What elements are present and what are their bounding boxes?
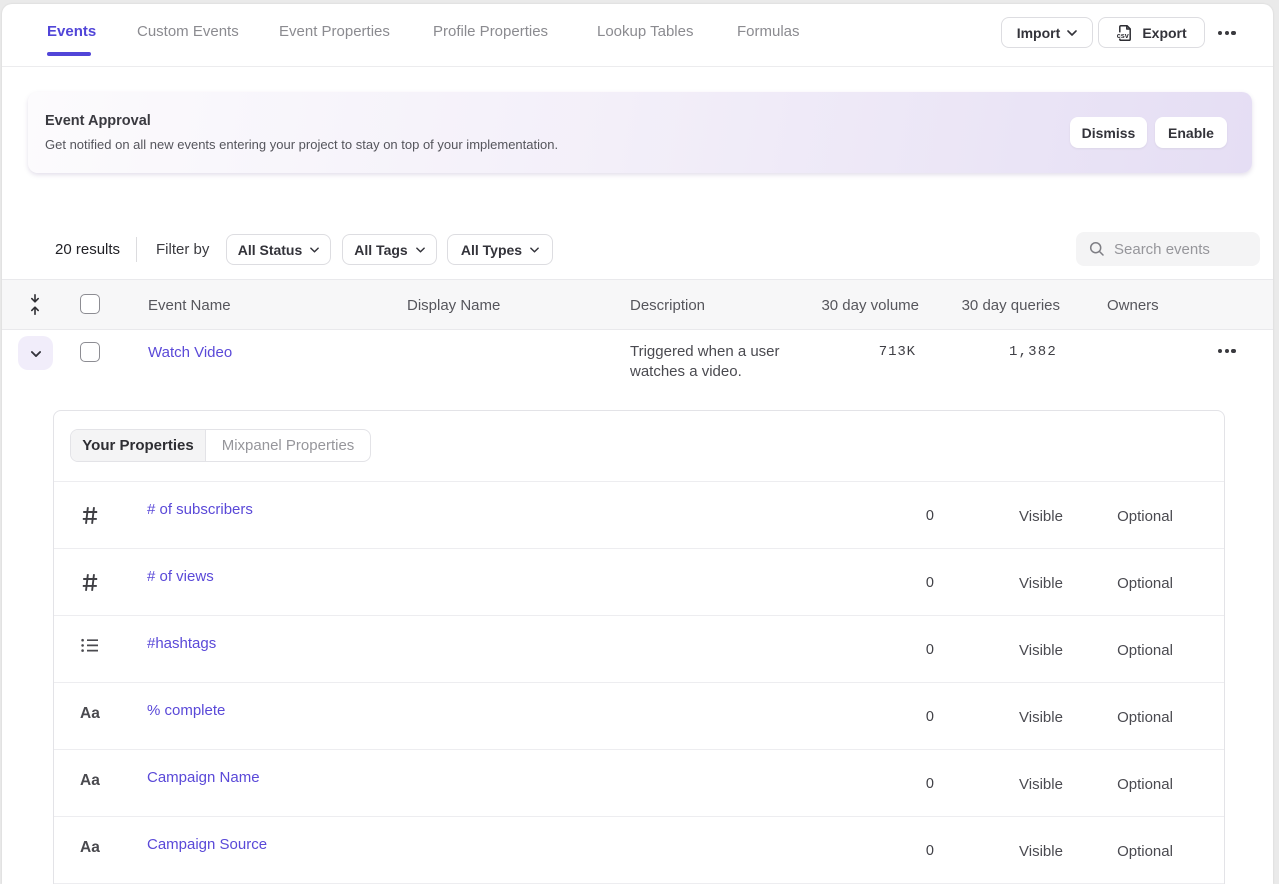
svg-text:csv: csv [1117,31,1129,40]
